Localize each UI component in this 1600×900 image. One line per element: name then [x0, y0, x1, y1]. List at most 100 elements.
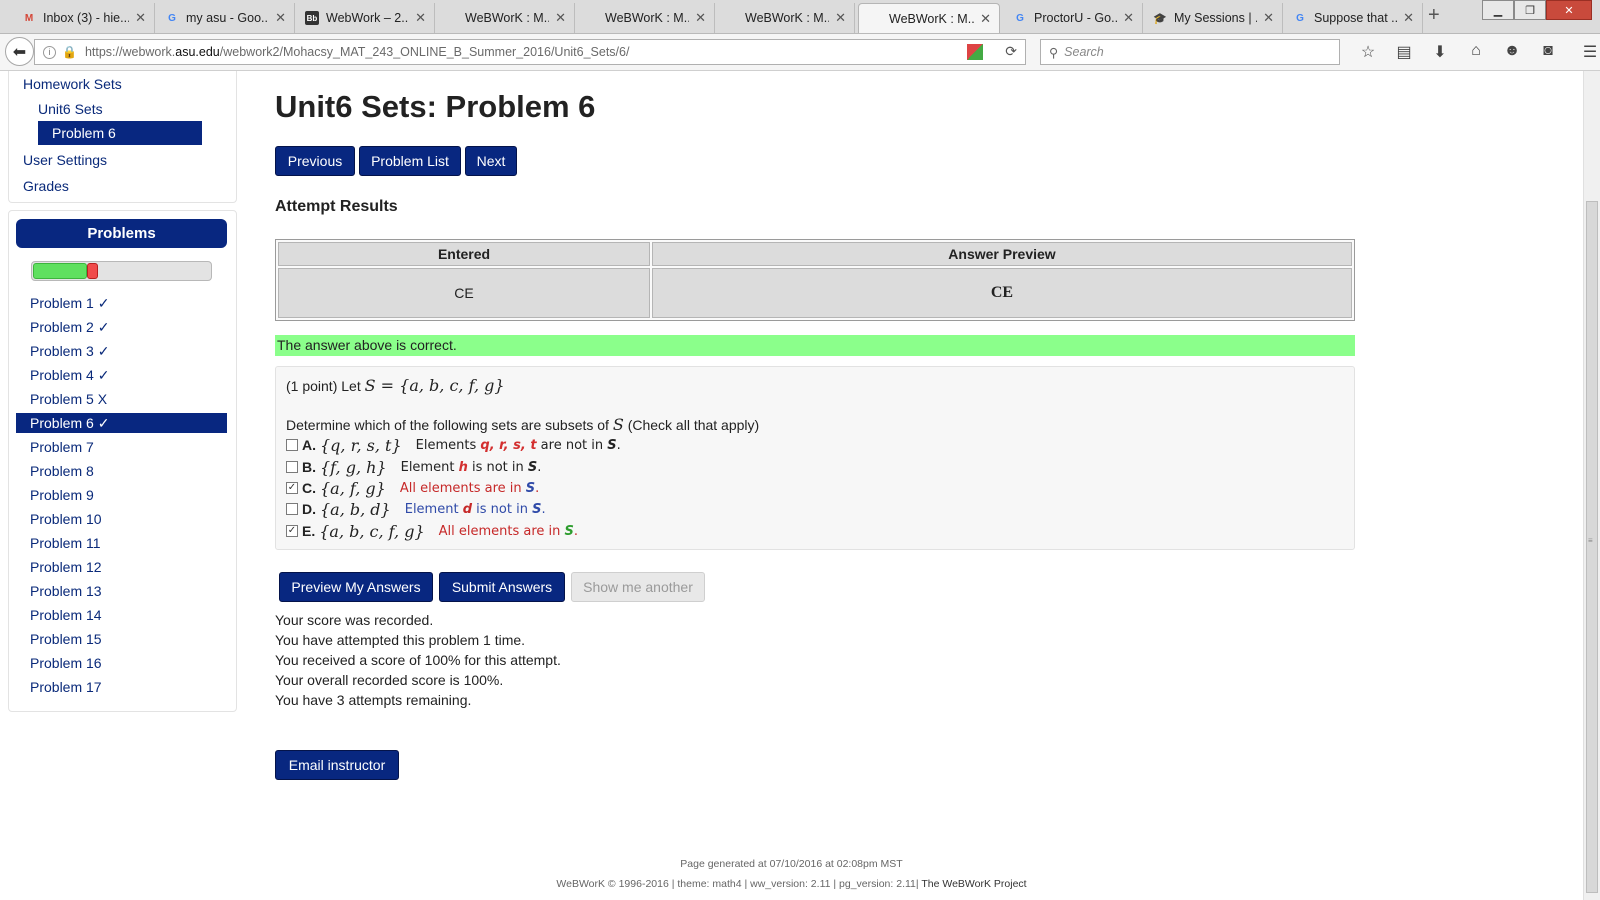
- reading-list-icon[interactable]: ▤: [1386, 42, 1422, 62]
- scrollbar-thumb[interactable]: [1586, 201, 1598, 893]
- preview-answers-button[interactable]: Preview My Answers: [279, 572, 433, 602]
- google-icon: G: [1016, 12, 1024, 24]
- problem-list-item[interactable]: Problem 4 ✓: [16, 363, 227, 387]
- extension-icon[interactable]: [967, 44, 983, 60]
- problem-list-item[interactable]: Problem 5 X: [16, 387, 227, 411]
- close-icon[interactable]: ✕: [1403, 10, 1414, 26]
- option-set: {a, b, c, f, g}: [319, 521, 425, 541]
- hint-text: Element: [404, 501, 463, 517]
- close-icon[interactable]: ✕: [835, 10, 846, 26]
- problem-list-button[interactable]: Problem List: [359, 146, 461, 176]
- close-icon[interactable]: ✕: [415, 10, 426, 26]
- problem-list-item[interactable]: Problem 9: [16, 483, 227, 507]
- info-icon[interactable]: i: [43, 45, 56, 59]
- next-button[interactable]: Next: [465, 146, 517, 176]
- browser-tab[interactable]: 🎓 My Sessions | ... ✕: [1143, 3, 1283, 33]
- blackboard-icon: Bb: [305, 11, 319, 25]
- option-b-checkbox[interactable]: [286, 461, 298, 473]
- score-line: You received a score of 100% for this at…: [275, 652, 561, 668]
- chat-icon[interactable]: ☻: [1494, 42, 1530, 62]
- problem-list-item[interactable]: Problem 7: [16, 435, 227, 459]
- close-icon[interactable]: ✕: [1123, 10, 1134, 26]
- option-a-checkbox[interactable]: [286, 439, 298, 451]
- close-icon[interactable]: ✕: [555, 10, 566, 26]
- sidebar-link-unit6-sets[interactable]: Unit6 Sets: [38, 101, 103, 117]
- reload-icon[interactable]: ⟳: [1005, 43, 1017, 60]
- problem-list: Problem 1 ✓ Problem 2 ✓ Problem 3 ✓ Problem…: [16, 291, 227, 699]
- attempt-results-heading: Attempt Results: [275, 198, 398, 215]
- problem-list-item[interactable]: Problem 11: [16, 531, 227, 555]
- option-c-checkbox[interactable]: ✓: [286, 482, 298, 494]
- scroll-grip-icon: ≡: [1588, 536, 1593, 545]
- sidebar-link-homework-sets[interactable]: Homework Sets: [23, 76, 122, 92]
- home-icon[interactable]: ⌂: [1458, 42, 1494, 62]
- close-icon[interactable]: ✕: [135, 10, 146, 26]
- problem-list-item[interactable]: Problem 15: [16, 627, 227, 651]
- search-input[interactable]: ⚲ Search: [1040, 39, 1340, 65]
- browser-tab-active[interactable]: WeBWorK : M... ✕: [858, 3, 1000, 33]
- hint-text: .: [541, 501, 546, 517]
- option-hint: Element h is not in S.: [401, 460, 542, 475]
- download-icon[interactable]: ⬇: [1422, 42, 1458, 62]
- problem-statement: (1 point) Let S = {a, b, c, f, g}: [286, 376, 505, 395]
- score-summary: Your score was recorded. You have attemp…: [275, 610, 561, 710]
- problem-list-item[interactable]: Problem 1 ✓: [16, 291, 227, 315]
- close-icon[interactable]: ✕: [695, 10, 706, 26]
- problem-list-item[interactable]: Problem 6 ✓: [16, 413, 227, 433]
- option-hint: All elements are in S.: [400, 481, 539, 496]
- pocket-icon[interactable]: ◙: [1530, 42, 1566, 62]
- browser-tab[interactable]: WeBWorK : M... ✕: [435, 3, 575, 33]
- close-icon[interactable]: ✕: [1263, 10, 1274, 26]
- browser-tab[interactable]: M Inbox (3) - hie... ✕: [12, 3, 155, 33]
- back-arrow-icon[interactable]: ⬅: [5, 37, 34, 66]
- problem-list-item[interactable]: Problem 12: [16, 555, 227, 579]
- option-d-checkbox[interactable]: [286, 503, 298, 515]
- problem-list-item[interactable]: Problem 10: [16, 507, 227, 531]
- sidebar-link-problem6[interactable]: Problem 6: [38, 121, 202, 145]
- new-tab-icon[interactable]: +: [1428, 4, 1440, 27]
- hint-text: All elements are in: [438, 523, 565, 539]
- problem-list-item[interactable]: Problem 3 ✓: [16, 339, 227, 363]
- footer-generated: Page generated at 07/10/2016 at 02:08pm …: [680, 858, 903, 870]
- hint-text: .: [573, 523, 579, 539]
- window-close-icon[interactable]: ✕: [1546, 0, 1592, 20]
- minimize-icon[interactable]: ▁: [1482, 0, 1514, 20]
- lock-icon[interactable]: 🔒: [62, 45, 77, 59]
- restore-icon[interactable]: ❐: [1514, 0, 1546, 20]
- browser-tab[interactable]: WeBWorK : M... ✕: [575, 3, 715, 33]
- results-header-entered: Entered: [278, 242, 650, 266]
- option-hint: Elements q, r, s, t are not in S.: [416, 438, 621, 453]
- option-a: A. {q, r, s, t} Elements q, r, s, t are …: [286, 435, 621, 455]
- browser-tab[interactable]: WeBWorK : M... ✕: [715, 3, 855, 33]
- sidebar-nav: Homework Sets Unit6 Sets Problem 6 User …: [8, 71, 237, 203]
- close-icon[interactable]: ✕: [275, 10, 286, 26]
- problem-list-item[interactable]: Problem 8: [16, 459, 227, 483]
- problem-list-item[interactable]: Problem 16: [16, 651, 227, 675]
- problem-list-item[interactable]: Problem 2 ✓: [16, 315, 227, 339]
- sidebar-link-grades[interactable]: Grades: [23, 178, 69, 194]
- webwork-project-link[interactable]: The WeBWorK Project: [921, 878, 1026, 890]
- bookmark-star-icon[interactable]: ☆: [1350, 42, 1386, 62]
- previous-button[interactable]: Previous: [275, 146, 355, 176]
- option-letter: E.: [302, 523, 316, 539]
- problem-list-item[interactable]: Problem 13: [16, 579, 227, 603]
- hint-vars: d: [462, 501, 473, 517]
- problem-list-item[interactable]: Problem 17: [16, 675, 227, 699]
- option-e-checkbox[interactable]: ✓: [286, 525, 298, 537]
- results-cell-entered: CE: [278, 268, 650, 318]
- hint-text: Element: [400, 459, 459, 475]
- sidebar-link-user-settings[interactable]: User Settings: [23, 152, 107, 168]
- browser-tab[interactable]: G my asu - Goo... ✕: [155, 3, 295, 33]
- page-footer: Page generated at 07/10/2016 at 02:08pm …: [0, 854, 1583, 894]
- page-scrollbar[interactable]: ≡: [1583, 71, 1600, 900]
- browser-tab[interactable]: G Suppose that ... ✕: [1283, 3, 1423, 33]
- email-instructor-button[interactable]: Email instructor: [275, 750, 399, 780]
- url-prefix: https://webwork.: [84, 45, 176, 59]
- close-icon[interactable]: ✕: [980, 11, 991, 27]
- problem-list-item[interactable]: Problem 14: [16, 603, 227, 627]
- submit-answers-button[interactable]: Submit Answers: [439, 572, 565, 602]
- url-bar[interactable]: i 🔒 https://webwork.asu.edu/webwork2/Moh…: [34, 39, 1026, 65]
- browser-tab[interactable]: Bb WebWork – 2... ✕: [295, 3, 435, 33]
- menu-icon[interactable]: ☰: [1572, 42, 1600, 62]
- browser-tab[interactable]: G ProctorU - Go... ✕: [1003, 3, 1143, 33]
